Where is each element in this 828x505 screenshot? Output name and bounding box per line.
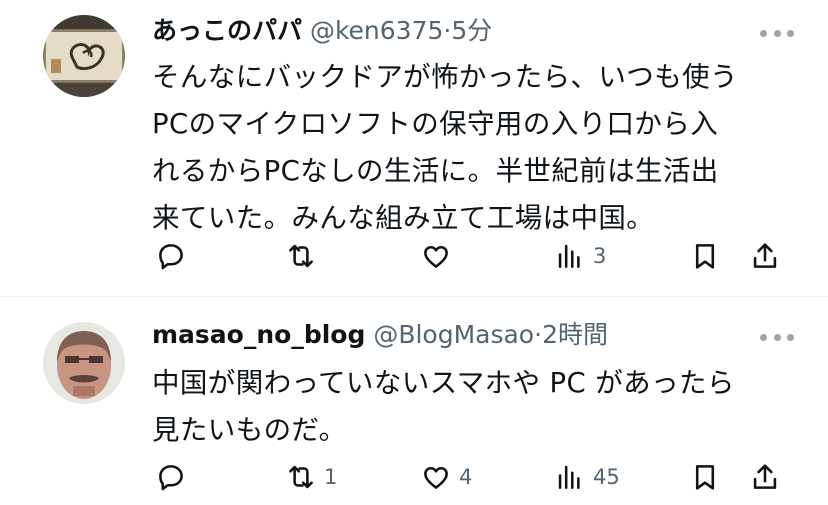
- tweet-text-line: そんなにバックドアが怖かったら、いつも使う: [152, 61, 738, 93]
- share-button[interactable]: [748, 236, 782, 276]
- tweet-text-line: PCのマイクロソフトの保守用の入り口から入: [152, 108, 719, 140]
- reply-button[interactable]: [154, 236, 188, 276]
- bookmark-button[interactable]: [688, 236, 722, 276]
- like-button[interactable]: [419, 236, 453, 276]
- more-icon[interactable]: [760, 23, 794, 43]
- bookmark-icon: [688, 460, 722, 494]
- display-name[interactable]: あっこのパパ: [152, 16, 302, 45]
- views-icon: [553, 460, 587, 494]
- share-button[interactable]: [748, 457, 782, 497]
- user-handle[interactable]: @BlogMasao: [373, 320, 534, 349]
- more-icon[interactable]: [760, 327, 794, 347]
- retweet-icon: [284, 460, 318, 494]
- timestamp[interactable]: 2時間: [542, 320, 608, 349]
- tweet[interactable]: あっこのパパ @ken6375·5分 そんなにバックドアが怖かったら、いつも使う…: [0, 0, 828, 296]
- like-button[interactable]: 4: [419, 457, 472, 497]
- tweet-text-line: 見たいものだ。: [152, 414, 347, 446]
- tweet-actions: 1 4 45: [0, 457, 828, 497]
- share-icon: [748, 239, 782, 273]
- tweet[interactable]: masao_no_blog @BlogMasao·2時間 中国が関わっていないス…: [0, 297, 828, 505]
- avatar[interactable]: [43, 322, 125, 404]
- tweet-text-line: 来ていた。みんな組み立て工場は中国。: [152, 202, 655, 234]
- reply-icon: [154, 239, 188, 273]
- retweet-button[interactable]: 1: [284, 457, 337, 497]
- tweet-text: 中国が関わっていないスマホや PC があったら 見たいものだ。: [152, 360, 802, 454]
- like-icon: [419, 460, 453, 494]
- like-count: 4: [459, 465, 473, 489]
- tweet-actions: 3: [0, 236, 828, 276]
- tweet-text-line: 中国が関わっていないスマホや PC があったら: [152, 367, 735, 399]
- retweet-count: 1: [324, 465, 338, 489]
- display-name[interactable]: masao_no_blog: [152, 320, 365, 349]
- share-icon: [748, 460, 782, 494]
- tweet-header: masao_no_blog @BlogMasao·2時間: [152, 320, 608, 350]
- retweet-icon: [284, 239, 318, 273]
- avatar[interactable]: [43, 15, 125, 97]
- bookmark-button[interactable]: [688, 457, 722, 497]
- view-count: 3: [593, 244, 607, 268]
- bookmark-icon: [688, 239, 722, 273]
- separator: ·: [534, 320, 543, 349]
- tweet-text: そんなにバックドアが怖かったら、いつも使う PCのマイクロソフトの保守用の入り口…: [152, 54, 802, 242]
- views-button[interactable]: 45: [553, 457, 620, 497]
- timestamp[interactable]: 5分: [451, 16, 492, 45]
- retweet-button[interactable]: [284, 236, 318, 276]
- like-icon: [419, 239, 453, 273]
- tweet-text-line: れるからPCなしの生活に。半世紀前は生活出: [152, 155, 719, 187]
- views-icon: [553, 239, 587, 273]
- view-count: 45: [593, 465, 620, 489]
- reply-icon: [154, 460, 188, 494]
- reply-button[interactable]: [154, 457, 188, 497]
- tweet-header: あっこのパパ @ken6375·5分: [152, 16, 492, 46]
- user-handle[interactable]: @ken6375: [310, 16, 443, 45]
- views-button[interactable]: 3: [553, 236, 606, 276]
